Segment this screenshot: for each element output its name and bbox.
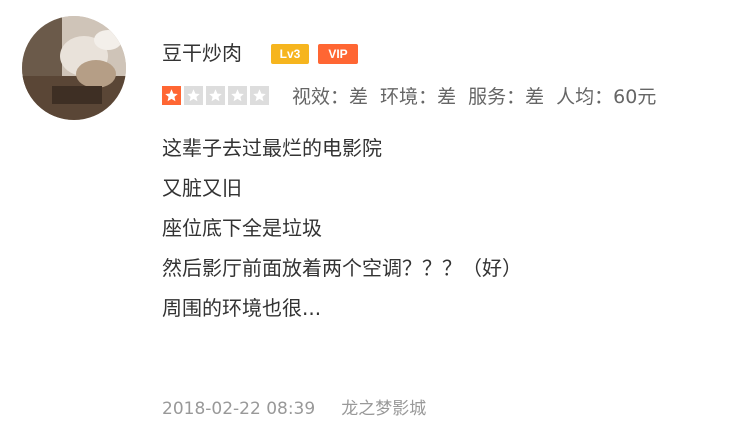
- score-value: 差: [525, 86, 545, 108]
- star-icon-empty: [184, 86, 203, 105]
- score-value: 差: [437, 86, 457, 108]
- score-label: 服务: [468, 86, 507, 108]
- score-value: 差: [349, 86, 369, 108]
- level-badge: Lv3: [271, 44, 309, 64]
- review-line: 然后影厅前面放着两个空调？？？（好）: [162, 256, 522, 280]
- star-icon-filled: [162, 86, 181, 105]
- avatar[interactable]: [22, 16, 126, 120]
- score-service: 服务：差: [468, 86, 545, 108]
- review-line: 周围的环境也很...: [162, 296, 322, 320]
- review-line: 这辈子去过最烂的电影院: [162, 136, 382, 160]
- score-label: 环境: [380, 86, 419, 108]
- review-content: 这辈子去过最烂的电影院 又脏又旧 座位底下全是垃圾 然后影厅前面放着两个空调？？…: [162, 134, 522, 334]
- score-label: 视效: [292, 86, 331, 108]
- score-value: 60元: [613, 86, 657, 108]
- review-line: 座位底下全是垃圾: [162, 216, 322, 240]
- star-rating: [162, 86, 269, 106]
- score-environment: 环境：差: [380, 86, 457, 108]
- vip-badge: VIP: [318, 44, 358, 64]
- score-summary: 视效：差 环境：差 服务：差 人均：60元: [292, 84, 668, 110]
- star-icon-empty: [228, 86, 247, 105]
- shop-name-link[interactable]: 龙之梦影城: [341, 399, 426, 419]
- star-icon-empty: [206, 86, 225, 105]
- score-label: 人均: [556, 86, 595, 108]
- score-visual: 视效：差: [292, 86, 369, 108]
- username[interactable]: 豆干炒肉: [162, 40, 242, 66]
- review-timestamp: 2018-02-22 08:39: [162, 399, 316, 419]
- review-line: 又脏又旧: [162, 176, 242, 200]
- star-icon-empty: [250, 86, 269, 105]
- score-per-person: 人均：60元: [556, 86, 657, 108]
- review-footer: 2018-02-22 08:39 龙之梦影城: [162, 398, 426, 420]
